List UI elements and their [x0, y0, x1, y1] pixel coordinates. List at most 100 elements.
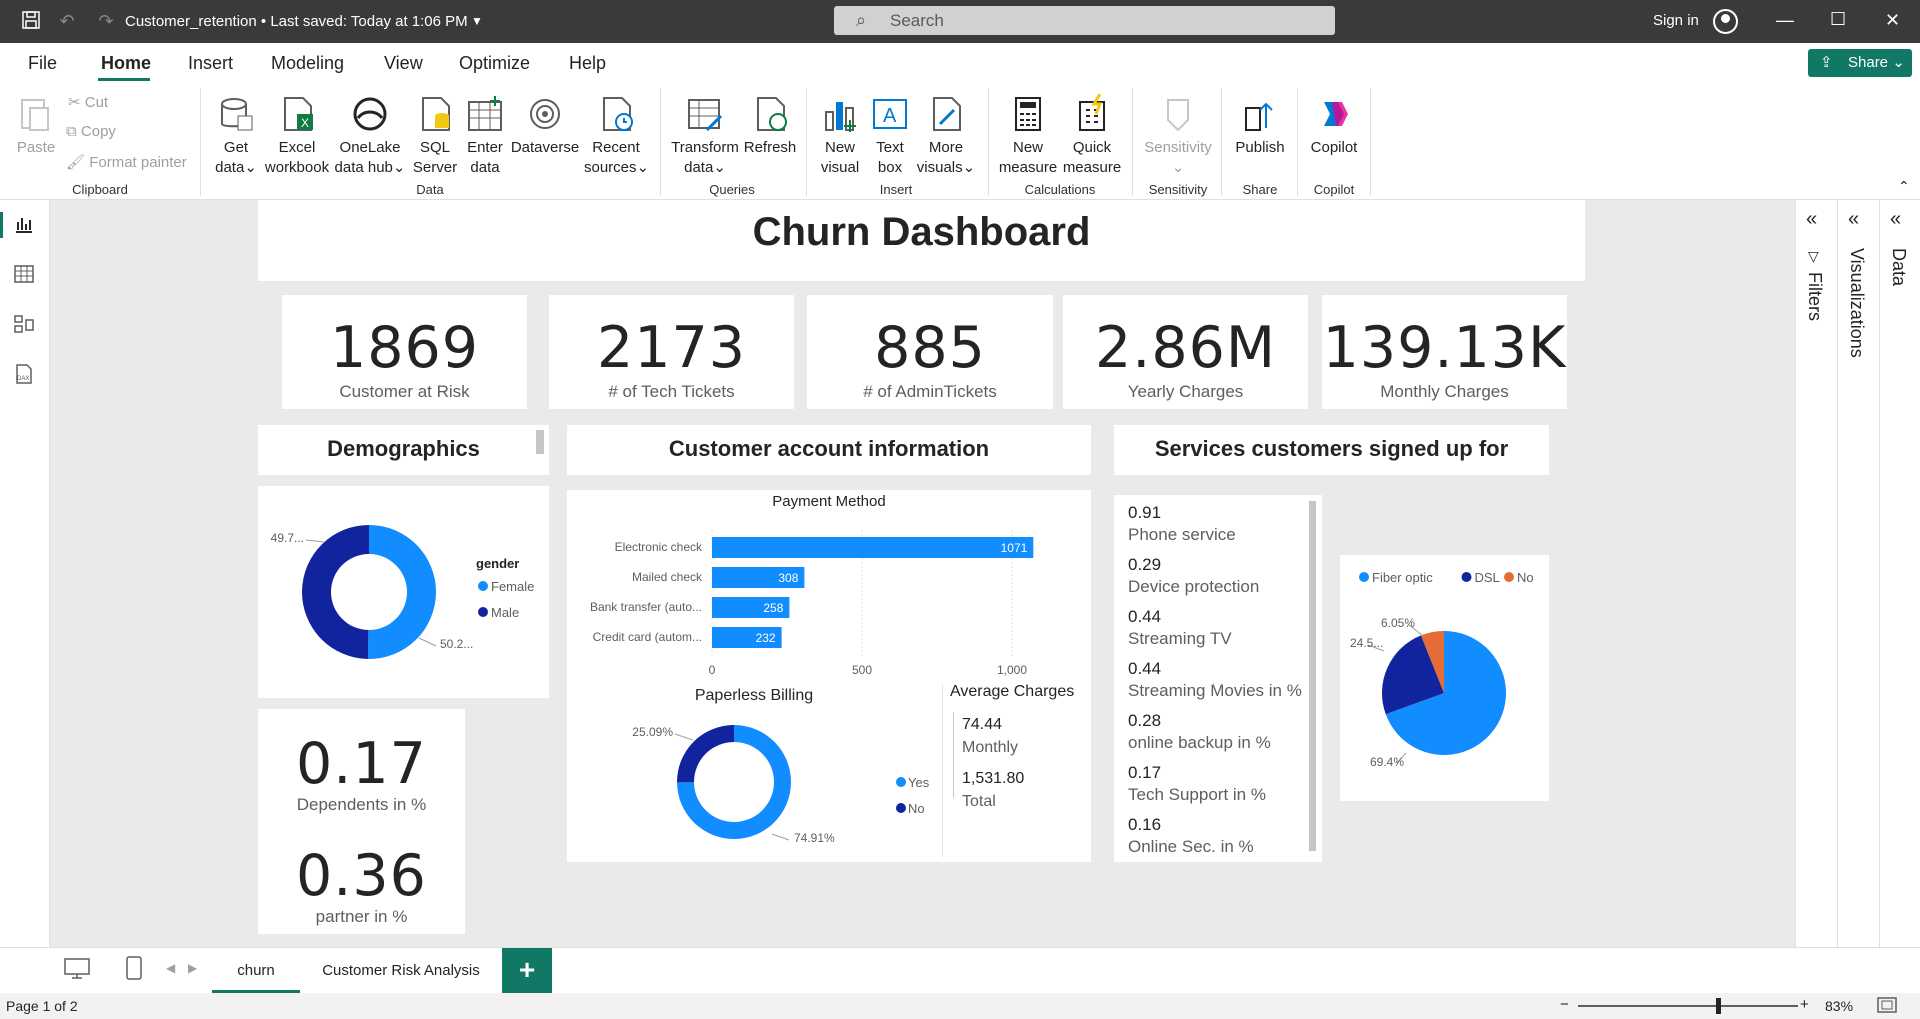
transform-data-button[interactable]: Transform data⌄ — [670, 94, 740, 178]
undo-icon[interactable]: ↶ — [56, 10, 78, 32]
kpi-card-tech-tickets[interactable]: 2173 # of Tech Tickets — [549, 295, 794, 409]
more-visuals-line2: visuals — [916, 159, 963, 176]
menu-optimize[interactable]: Optimize — [459, 53, 530, 74]
collapse-icon[interactable]: « — [1806, 208, 1817, 231]
collapse-icon[interactable]: « — [1890, 208, 1901, 231]
service-value: 0.17 — [1128, 763, 1162, 782]
service-value: 0.28 — [1128, 711, 1162, 730]
copilot-button[interactable]: Copilot — [1304, 94, 1364, 158]
services-header[interactable]: Services customers signed up for — [1114, 425, 1549, 475]
chevron-down-icon[interactable]: ▼ — [466, 10, 488, 32]
text-box-button[interactable]: A Text box — [868, 94, 912, 178]
cut-button[interactable]: ✂ Cut — [68, 93, 108, 111]
format-painter-label: Format painter — [89, 154, 187, 171]
recent-sources-button[interactable]: Recent sources⌄ — [584, 94, 649, 178]
gender-donut-card[interactable]: 50.2... 49.7... gender Female Male — [258, 486, 549, 698]
pie-slice — [302, 525, 369, 659]
refresh-button[interactable]: Refresh — [742, 94, 798, 158]
copilot-group-label: Copilot — [1313, 182, 1355, 197]
dax-query-view-icon[interactable]: DAX — [14, 364, 36, 386]
services-list-card[interactable]: 0.91 Phone service 0.29 Device protection 0.… — [1114, 495, 1322, 862]
refresh-icon — [750, 94, 790, 134]
mobile-layout-icon[interactable] — [126, 956, 142, 985]
collapse-ribbon-icon[interactable]: ⌃ — [1898, 178, 1910, 195]
zoom-slider[interactable] — [1578, 1005, 1798, 1007]
menu-home[interactable]: Home — [101, 53, 151, 74]
copy-button[interactable]: ⧉ Copy — [66, 123, 116, 140]
svg-text:DAX: DAX — [17, 376, 29, 382]
visualizations-pane[interactable]: « Visualizations — [1837, 200, 1879, 947]
paperless-billing-chart[interactable]: Paperless Billing 74.91% 25.09% Yes No — [567, 680, 937, 862]
get-data-button[interactable]: Get data⌄ — [210, 94, 262, 178]
collapse-icon[interactable]: « — [1848, 208, 1859, 231]
data-pane[interactable]: « Data — [1879, 200, 1920, 947]
menu-help[interactable]: Help — [569, 53, 606, 74]
kpi-label: # of Tech Tickets — [608, 382, 735, 401]
legend-marker — [1504, 572, 1514, 582]
redo-icon[interactable]: ↷ — [95, 10, 117, 32]
dataverse-button[interactable]: Dataverse — [510, 94, 580, 158]
kpi-label: Monthly Charges — [1380, 382, 1509, 401]
sql-server-button[interactable]: SQL Server — [410, 94, 460, 178]
tab-churn[interactable]: churn — [212, 948, 300, 994]
previous-page-icon[interactable]: ◀ — [166, 961, 175, 975]
new-visual-button[interactable]: New visual — [814, 94, 866, 178]
menu-file[interactable]: File — [28, 53, 57, 74]
more-visuals-button[interactable]: More visuals⌄ — [914, 94, 978, 178]
zoom-in-icon[interactable]: + — [1800, 996, 1809, 1013]
enter-data-button[interactable]: Enter data — [462, 94, 508, 178]
scrollbar[interactable] — [1309, 501, 1316, 851]
payment-method-chart[interactable]: Payment Method 0 500 1,000 Electronic check 1… — [567, 490, 1091, 680]
maximize-icon[interactable]: ☐ — [1830, 9, 1846, 30]
sensitivity-button[interactable]: Sensitivity ⌄ — [1138, 94, 1218, 178]
kpi-card-yearly-charges[interactable]: 2.86M Yearly Charges — [1063, 295, 1308, 409]
add-page-button[interactable]: + — [502, 948, 552, 994]
kpi-card-customer-at-risk[interactable]: 1869 Customer at Risk — [282, 295, 527, 409]
publish-button[interactable]: Publish — [1230, 94, 1290, 158]
demographics-header[interactable]: Demographics — [258, 425, 549, 475]
title-card[interactable]: Churn Dashboard — [258, 200, 1585, 281]
menu-insert[interactable]: Insert — [188, 53, 233, 74]
kpi-card-monthly-charges[interactable]: 139.13K Monthly Charges — [1322, 295, 1567, 409]
account-info-header[interactable]: Customer account information — [567, 425, 1091, 475]
share-button[interactable]: ⇪ Share ⌄ — [1808, 49, 1912, 77]
paste-button[interactable]: Paste — [14, 94, 58, 158]
onelake-button[interactable]: OneLake data hub⌄ — [332, 94, 408, 178]
separator — [1370, 88, 1371, 196]
average-total-value: 1,531.80 — [962, 770, 1025, 787]
new-measure-button[interactable]: New measure — [996, 94, 1060, 178]
document-title[interactable]: Customer_retention • Last saved: Today a… — [125, 13, 468, 30]
fit-to-page-icon[interactable] — [1877, 997, 1897, 1016]
zoom-slider-thumb[interactable] — [1716, 998, 1721, 1014]
save-icon[interactable] — [20, 10, 42, 32]
table-icon — [465, 94, 505, 134]
format-painter-button[interactable]: 🖌 Format painter — [66, 153, 187, 171]
zoom-out-icon[interactable]: − — [1560, 996, 1569, 1013]
gender-donut-chart[interactable]: 50.2... 49.7... gender Female Male — [258, 486, 549, 698]
account-info-card[interactable]: Payment Method 0 500 1,000 Electronic check 1… — [567, 490, 1091, 862]
model-view-icon[interactable] — [14, 314, 36, 336]
close-icon[interactable]: ✕ — [1885, 10, 1900, 31]
dependents-partner-card[interactable]: 0.17 Dependents in % 0.36 partner in % — [258, 709, 465, 934]
scrollbar[interactable] — [536, 430, 544, 454]
report-view-icon[interactable] — [14, 214, 36, 236]
desktop-layout-icon[interactable] — [64, 958, 90, 985]
quick-measure-button[interactable]: Quick measure — [1060, 93, 1124, 178]
menu-view[interactable]: View — [384, 53, 423, 74]
sign-in-link[interactable]: Sign in — [1653, 12, 1699, 29]
text-box-icon: A — [870, 94, 910, 134]
internet-service-pie-chart[interactable]: Fiber optic DSL No 69.4% 24.5... 6.05% — [1340, 555, 1549, 801]
next-page-icon[interactable]: ▶ — [188, 961, 197, 975]
search-input[interactable]: ⌕ Search — [834, 6, 1335, 35]
avatar[interactable] — [1713, 9, 1738, 34]
tab-customer-risk-analysis[interactable]: Customer Risk Analysis — [300, 948, 502, 994]
table-view-icon[interactable] — [14, 264, 36, 286]
kpi-card-admin-tickets[interactable]: 885 # of AdminTickets — [807, 295, 1053, 409]
legend-label: No — [1517, 570, 1534, 585]
minimize-icon[interactable]: — — [1776, 10, 1794, 31]
internet-service-pie-card[interactable]: Fiber optic DSL No 69.4% 24.5... 6.05% — [1340, 555, 1549, 801]
filters-pane[interactable]: « ▽ Filters — [1795, 200, 1837, 947]
menu-modeling[interactable]: Modeling — [271, 53, 344, 74]
zoom-level[interactable]: 83% — [1825, 998, 1853, 1014]
excel-workbook-button[interactable]: X Excel workbook — [262, 94, 332, 178]
